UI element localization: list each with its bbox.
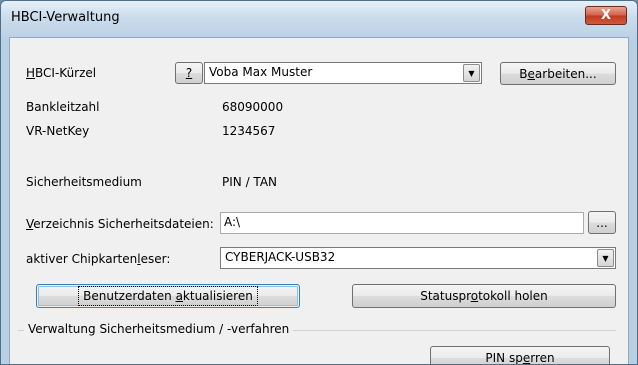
help-button-label: ? [185, 66, 193, 80]
blz-value: 68090000 [222, 100, 284, 114]
update-user-data-label: Benutzerdaten aktualisieren [78, 286, 258, 306]
edit-button[interactable]: Bearbeiten... [500, 62, 616, 85]
reader-value: CYBERJACK-USB32 [225, 250, 336, 264]
status-protocol-button[interactable]: Statusprotokoll holen [352, 284, 616, 308]
hbci-window: HBCI-Verwaltung X HBCI-Kürzel ? Voba Max… [0, 0, 638, 365]
medium-value: PIN / TAN [222, 175, 278, 189]
dialog-client-area: HBCI-Kürzel ? Voba Max Muster ▼ Bearbeit… [9, 37, 629, 364]
hbci-kuerzel-label-rest: BCI-Kürzel [35, 66, 97, 80]
reader-select[interactable]: CYBERJACK-USB32 ▼ [220, 247, 616, 269]
chevron-down-icon[interactable]: ▼ [597, 249, 614, 267]
pin-lock-button[interactable]: PIN sperren [430, 346, 610, 365]
netkey-value: 1234567 [222, 124, 276, 138]
browse-button[interactable]: ... [588, 211, 616, 234]
close-icon: X [600, 8, 612, 23]
hbci-kuerzel-label: HBCI-Kürzel [26, 66, 97, 80]
hbci-kuerzel-select[interactable]: Voba Max Muster ▼ [204, 62, 482, 84]
chevron-down-icon[interactable]: ▼ [463, 64, 480, 82]
reader-label: aktiver Chipkartenleser: [26, 252, 171, 266]
close-button[interactable]: X [585, 6, 627, 25]
title-bar[interactable]: HBCI-Verwaltung X [1, 1, 637, 37]
medium-label: Sicherheitsmedium [26, 175, 142, 189]
help-button[interactable]: ? [175, 62, 203, 84]
dir-label: Verzeichnis Sicherheitsdateien: [26, 217, 214, 231]
group-title: Verwaltung Sicherheitsmedium / -verfahre… [24, 322, 294, 336]
pin-lock-label: PIN sperren [485, 351, 555, 365]
netkey-label: VR-NetKey [26, 124, 90, 138]
update-user-data-button[interactable]: Benutzerdaten aktualisieren [36, 284, 300, 308]
status-protocol-label: Statusprotokoll holen [420, 289, 548, 303]
window-title: HBCI-Verwaltung [11, 10, 120, 25]
dir-input[interactable]: A:\ [220, 212, 584, 234]
hbci-kuerzel-value: Voba Max Muster [209, 65, 313, 79]
edit-button-label: Bearbeiten... [519, 66, 597, 81]
blz-label: Bankleitzahl [26, 100, 100, 114]
